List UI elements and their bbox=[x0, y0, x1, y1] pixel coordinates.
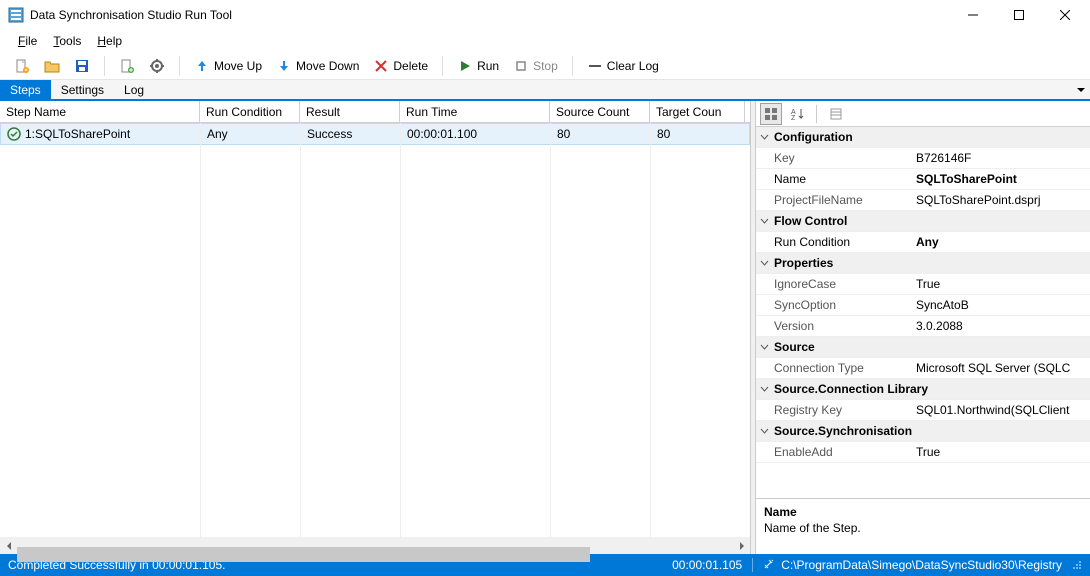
settings-button[interactable] bbox=[145, 56, 169, 76]
new-button[interactable]: ✶ bbox=[10, 56, 34, 76]
properties-panel: AZ Configuration KeyB726146F NameSQLToSh… bbox=[755, 101, 1090, 554]
toolbar: ✶ Move Up Move Down Delete Run Stop Clea… bbox=[0, 52, 1090, 80]
toolbar-separator bbox=[179, 56, 180, 76]
toolbar-separator bbox=[572, 56, 573, 76]
table-row[interactable]: 1:SQLToSharePoint Any Success 00:00:01.1… bbox=[0, 123, 750, 145]
cell-step-name: 1:SQLToSharePoint bbox=[1, 127, 201, 141]
properties-toolbar: AZ bbox=[756, 101, 1090, 127]
prop-row[interactable]: Registry KeySQL01.Northwind(SQLClient bbox=[756, 400, 1090, 421]
col-result[interactable]: Result bbox=[300, 101, 400, 122]
steps-grid: Step Name Run Condition Result Run Time … bbox=[0, 101, 750, 537]
steps-panel: Step Name Run Condition Result Run Time … bbox=[0, 101, 751, 554]
main-area: Step Name Run Condition Result Run Time … bbox=[0, 101, 1090, 554]
resize-grip-icon[interactable] bbox=[1070, 558, 1082, 573]
toolbar-separator bbox=[104, 56, 105, 76]
prop-row[interactable]: IgnoreCaseTrue bbox=[756, 274, 1090, 295]
menubar: File Tools Help bbox=[0, 30, 1090, 52]
horizontal-scrollbar[interactable] bbox=[0, 537, 750, 554]
chevron-down-icon bbox=[756, 217, 772, 226]
minimize-button[interactable] bbox=[950, 0, 996, 30]
col-run-condition[interactable]: Run Condition bbox=[200, 101, 300, 122]
col-step-name[interactable]: Step Name bbox=[0, 101, 200, 122]
prop-row[interactable]: NameSQLToSharePoint bbox=[756, 169, 1090, 190]
chevron-down-icon bbox=[756, 385, 772, 394]
svg-text:✶: ✶ bbox=[23, 67, 28, 74]
connection-icon bbox=[763, 558, 775, 573]
prop-row[interactable]: Connection TypeMicrosoft SQL Server (SQL… bbox=[756, 358, 1090, 379]
open-button[interactable] bbox=[40, 56, 64, 76]
prop-category[interactable]: Source bbox=[756, 337, 1090, 358]
add-project-button[interactable] bbox=[115, 56, 139, 76]
col-run-time[interactable]: Run Time bbox=[400, 101, 550, 122]
maximize-button[interactable] bbox=[996, 0, 1042, 30]
save-button[interactable] bbox=[70, 56, 94, 76]
cell-run-condition: Any bbox=[201, 127, 301, 141]
close-button[interactable] bbox=[1042, 0, 1088, 30]
cell-source-count: 80 bbox=[551, 127, 651, 141]
prop-row[interactable]: Run ConditionAny bbox=[756, 232, 1090, 253]
prop-category[interactable]: Configuration bbox=[756, 127, 1090, 148]
col-target-count[interactable]: Target Coun bbox=[650, 101, 745, 122]
scroll-left-button[interactable] bbox=[0, 537, 17, 554]
tab-settings[interactable]: Settings bbox=[51, 80, 114, 99]
prop-row[interactable]: SyncOptionSyncAtoB bbox=[756, 295, 1090, 316]
menu-file[interactable]: File bbox=[10, 32, 45, 50]
property-pages-button[interactable] bbox=[825, 103, 847, 125]
chevron-down-icon bbox=[756, 259, 772, 268]
property-description-text: Name of the Step. bbox=[764, 521, 1082, 535]
window-titlebar: Data Synchronisation Studio Run Tool bbox=[0, 0, 1090, 30]
app-icon bbox=[8, 7, 24, 23]
cell-result: Success bbox=[301, 127, 401, 141]
tab-steps[interactable]: Steps bbox=[0, 80, 51, 99]
chevron-down-icon bbox=[756, 133, 772, 142]
toolbar-separator bbox=[442, 56, 443, 76]
prop-category[interactable]: Properties bbox=[756, 253, 1090, 274]
run-button[interactable]: Run bbox=[453, 56, 503, 76]
prop-row[interactable]: EnableAddTrue bbox=[756, 442, 1090, 463]
move-down-button[interactable]: Move Down bbox=[272, 56, 363, 76]
grid-header: Step Name Run Condition Result Run Time … bbox=[0, 101, 750, 123]
prop-row[interactable]: Version3.0.2088 bbox=[756, 316, 1090, 337]
move-up-button[interactable]: Move Up bbox=[190, 56, 266, 76]
status-path: C:\ProgramData\Simego\DataSyncStudio30\R… bbox=[781, 558, 1062, 572]
status-time: 00:00:01.105 bbox=[672, 558, 742, 572]
cell-run-time: 00:00:01.100 bbox=[401, 127, 551, 141]
tabs-bar: Steps Settings Log bbox=[0, 80, 1090, 101]
prop-category[interactable]: Source.Connection Library bbox=[756, 379, 1090, 400]
categorized-view-button[interactable] bbox=[760, 103, 782, 125]
properties-grid[interactable]: Configuration KeyB726146F NameSQLToShare… bbox=[756, 127, 1090, 498]
chevron-down-icon bbox=[756, 427, 772, 436]
properties-toolbar-separator bbox=[816, 105, 817, 123]
prop-row[interactable]: KeyB726146F bbox=[756, 148, 1090, 169]
stop-button[interactable]: Stop bbox=[509, 56, 562, 76]
cell-target-count: 80 bbox=[651, 127, 746, 141]
delete-button[interactable]: Delete bbox=[369, 56, 432, 76]
alphabetical-view-button[interactable]: AZ bbox=[786, 103, 808, 125]
prop-category[interactable]: Source.Synchronisation bbox=[756, 421, 1090, 442]
prop-row[interactable]: ProjectFileNameSQLToSharePoint.dsprj bbox=[756, 190, 1090, 211]
tab-log[interactable]: Log bbox=[114, 80, 154, 99]
menu-help[interactable]: Help bbox=[89, 32, 130, 50]
scroll-right-button[interactable] bbox=[733, 537, 750, 554]
chevron-down-icon bbox=[756, 343, 772, 352]
property-description-title: Name bbox=[764, 505, 1082, 519]
prop-category[interactable]: Flow Control bbox=[756, 211, 1090, 232]
grid-body: 1:SQLToSharePoint Any Success 00:00:01.1… bbox=[0, 123, 750, 537]
clear-log-button[interactable]: Clear Log bbox=[583, 56, 663, 76]
success-icon bbox=[7, 127, 21, 141]
tabs-overflow-button[interactable] bbox=[1072, 80, 1090, 99]
property-description: Name Name of the Step. bbox=[756, 498, 1090, 554]
status-separator bbox=[752, 558, 753, 572]
svg-text:Z: Z bbox=[791, 115, 796, 121]
col-source-count[interactable]: Source Count bbox=[550, 101, 650, 122]
menu-tools[interactable]: Tools bbox=[45, 32, 89, 50]
window-title: Data Synchronisation Studio Run Tool bbox=[30, 8, 950, 22]
